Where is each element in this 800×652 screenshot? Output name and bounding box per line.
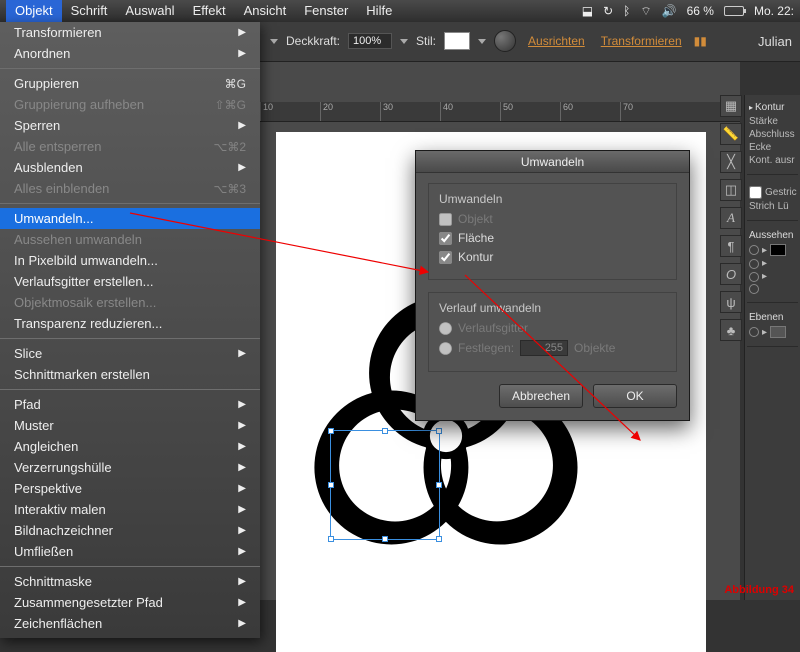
club-icon[interactable]: ♣	[720, 319, 742, 341]
mi-pixelbild[interactable]: In Pixelbild umwandeln...	[0, 250, 260, 271]
ruler-horizontal: 10203040506070	[260, 102, 740, 122]
mi-perspektive[interactable]: Perspektive▶	[0, 478, 260, 499]
mi-alles-einblenden: Alles einblenden⌥⌘3	[0, 178, 260, 199]
snap-icon[interactable]: ╳	[720, 151, 742, 173]
row-abschluss: Abschluss	[749, 129, 796, 140]
battery-pct: 66 %	[687, 4, 714, 18]
menu-fenster[interactable]: Fenster	[295, 0, 357, 22]
panel-kontur[interactable]: Kontur	[755, 102, 784, 113]
mi-muster[interactable]: Muster▶	[0, 415, 260, 436]
cancel-button[interactable]: Abbrechen	[499, 384, 583, 408]
style-label: Stil:	[416, 34, 436, 48]
mi-interaktiv-malen[interactable]: Interaktiv malen▶	[0, 499, 260, 520]
eye-icon[interactable]	[749, 259, 759, 269]
mi-transparenz[interactable]: Transparenz reduzieren...	[0, 313, 260, 334]
usb-icon[interactable]: ψ	[720, 291, 742, 313]
mi-zeichenflaechen[interactable]: Zeichenflächen▶	[0, 613, 260, 634]
mi-aussehen-umwandeln: Aussehen umwandeln	[0, 229, 260, 250]
ruler-icon[interactable]: 📏	[720, 123, 742, 145]
eye-icon[interactable]	[749, 272, 759, 282]
type-icon[interactable]: A	[720, 207, 742, 229]
menu-effekt[interactable]: Effekt	[184, 0, 235, 22]
pin-icon[interactable]: ▮▮	[694, 34, 707, 48]
chk-gestrichelt[interactable]	[749, 186, 762, 199]
selection-box[interactable]	[330, 430, 440, 540]
right-panels: ▸Kontur Stärke Abschluss Ecke Kont. ausr…	[744, 95, 800, 600]
umwandeln-dialog: Umwandeln Umwandeln Objekt Fläche Kontur…	[415, 150, 690, 421]
menu-schrift[interactable]: Schrift	[62, 0, 117, 22]
style-swatch[interactable]	[444, 32, 470, 50]
right-dock: ▦ 📏 ╳ ◫ A ¶ O ψ ♣	[718, 95, 744, 341]
battery-icon	[724, 6, 744, 16]
paragraph-icon[interactable]: ¶	[720, 235, 742, 257]
opacity-value[interactable]: 100%	[348, 33, 392, 49]
mi-alle-entsperren: Alle entsperren⌥⌘2	[0, 136, 260, 157]
row-staerke: Stärke	[749, 116, 796, 127]
mi-umfliessen[interactable]: Umfließen▶	[0, 541, 260, 562]
align-link[interactable]: Ausrichten	[524, 34, 589, 48]
dropbox-icon: ⬓	[582, 4, 593, 18]
opacity-label: Deckkraft:	[286, 34, 340, 48]
mi-verlaufsgitter[interactable]: Verlaufsgitter erstellen...	[0, 271, 260, 292]
objekt-dropdown: Transformieren▶ Anordnen▶ Gruppieren⌘G G…	[0, 22, 260, 638]
volume-icon: 🔊	[662, 4, 677, 18]
eye-icon[interactable]	[749, 245, 759, 255]
mi-gruppierung-aufheben: Gruppierung aufheben⇧⌘G	[0, 94, 260, 115]
menu-ansicht[interactable]: Ansicht	[235, 0, 296, 22]
document-title: Julian	[758, 34, 792, 49]
eye-icon[interactable]	[749, 284, 759, 294]
panel-ebenen[interactable]: Ebenen	[749, 312, 783, 323]
row-kont-ausr: Kont. ausr	[749, 155, 796, 166]
mac-menubar: Objekt Schrift Auswahl Effekt Ansicht Fe…	[0, 0, 800, 22]
dialog-title: Umwandeln	[416, 151, 689, 173]
radio-festlegen: Festlegen: Objekte	[439, 340, 666, 356]
mi-ausblenden[interactable]: Ausblenden▶	[0, 157, 260, 178]
panel-aussehen[interactable]: Aussehen	[749, 230, 793, 241]
mi-angleichen[interactable]: Angleichen▶	[0, 436, 260, 457]
mi-anordnen[interactable]: Anordnen▶	[0, 43, 260, 64]
menu-auswahl[interactable]: Auswahl	[116, 0, 183, 22]
mi-umwandeln[interactable]: Umwandeln...	[0, 208, 260, 229]
group-umwandeln: Umwandeln	[439, 192, 666, 206]
chk-kontur[interactable]: Kontur	[439, 250, 666, 264]
mi-objektmosaik: Objektmosaik erstellen...	[0, 292, 260, 313]
mi-slice[interactable]: Slice▶	[0, 343, 260, 364]
eye-icon[interactable]	[749, 327, 759, 337]
sync-icon: ↻	[603, 4, 613, 18]
menu-objekt[interactable]: Objekt	[6, 0, 62, 22]
system-tray: ⬓ ↻ ᛒ ⌔ 🔊 66 % Mo. 22:	[582, 4, 794, 19]
options-bar: Deckkraft: 100% Stil: Ausrichten Transfo…	[270, 30, 707, 52]
grid-icon[interactable]: ▦	[720, 95, 742, 117]
mi-schnittmaske[interactable]: Schnittmaske▶	[0, 571, 260, 592]
row-ecke: Ecke	[749, 142, 796, 153]
clock: Mo. 22:	[754, 4, 794, 18]
group-verlauf: Verlauf umwandeln	[439, 301, 666, 315]
mi-pfad[interactable]: Pfad▶	[0, 394, 260, 415]
mi-zusammengesetzter-pfad[interactable]: Zusammengesetzter Pfad▶	[0, 592, 260, 613]
opentype-icon[interactable]: O	[720, 263, 742, 285]
mi-sperren[interactable]: Sperren▶	[0, 115, 260, 136]
mi-verzerrungshuelle[interactable]: Verzerrungshülle▶	[0, 457, 260, 478]
wifi-icon: ⌔	[640, 4, 651, 19]
festlegen-value	[520, 340, 568, 356]
menu-hilfe[interactable]: Hilfe	[357, 0, 401, 22]
mi-transformieren[interactable]: Transformieren▶	[0, 22, 260, 43]
transform-link[interactable]: Transformieren	[597, 34, 686, 48]
radio-gitter: Verlaufsgitter	[439, 321, 666, 335]
mi-bildnachzeichner[interactable]: Bildnachzeichner▶	[0, 520, 260, 541]
chk-flaeche[interactable]: Fläche	[439, 231, 666, 245]
figure-caption: Abbildung 34	[724, 584, 794, 596]
bluetooth-icon: ᛒ	[623, 4, 630, 18]
mi-schnittmarken[interactable]: Schnittmarken erstellen	[0, 364, 260, 385]
mi-gruppieren[interactable]: Gruppieren⌘G	[0, 73, 260, 94]
chk-objekt: Objekt	[439, 212, 666, 226]
perspective-icon[interactable]: ◫	[720, 179, 742, 201]
ok-button[interactable]: OK	[593, 384, 677, 408]
round-button[interactable]	[494, 30, 516, 52]
